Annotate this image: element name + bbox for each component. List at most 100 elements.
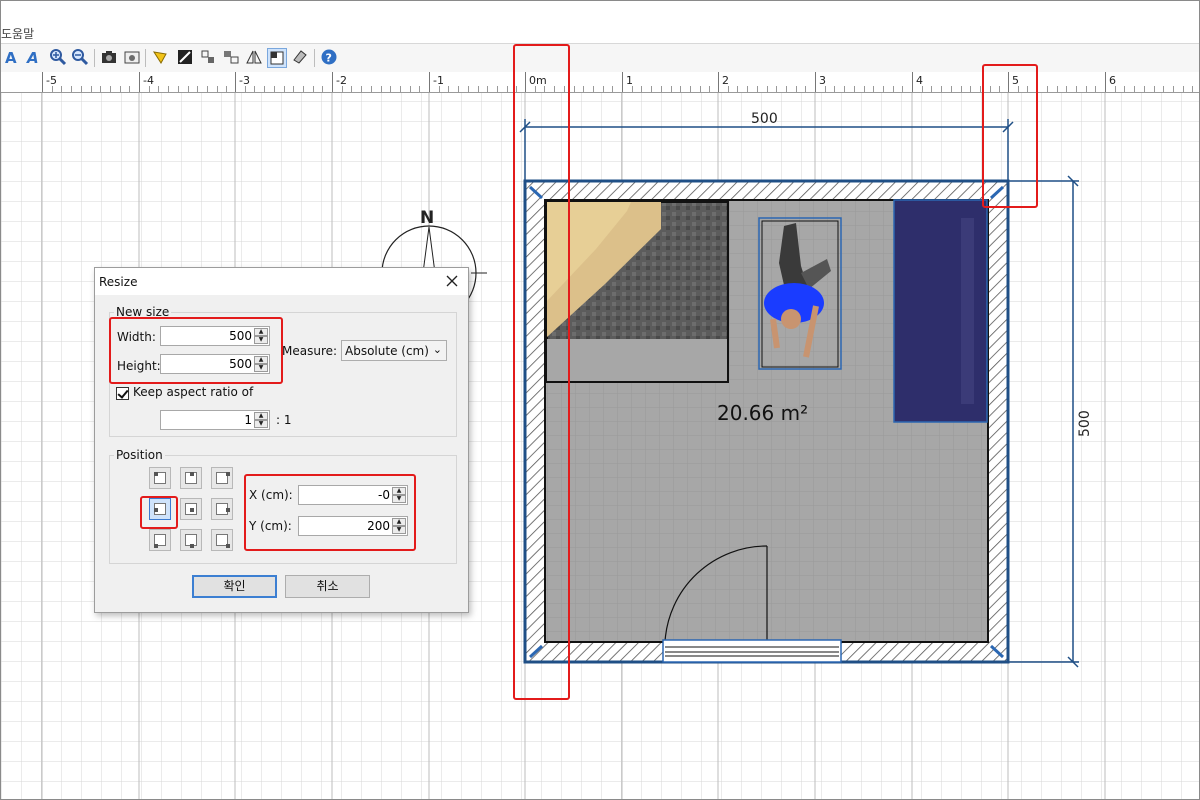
ruler-minor-tick <box>883 86 884 92</box>
pan-icon[interactable] <box>291 48 309 66</box>
ratio-suffix: : 1 <box>276 413 292 427</box>
ruler-minor-tick <box>120 86 121 92</box>
anchor-bottom-left[interactable] <box>149 529 171 551</box>
ruler-minor-tick <box>690 86 691 92</box>
ruler-minor-tick <box>864 86 865 92</box>
keep-aspect-checkbox[interactable] <box>116 387 129 400</box>
highlight-anchor <box>140 496 178 529</box>
ruler-tick <box>332 72 333 92</box>
anchor-top-left[interactable] <box>149 467 171 489</box>
ruler-minor-tick <box>371 86 372 92</box>
ruler-minor-tick <box>747 86 748 92</box>
ruler-minor-tick <box>303 86 304 92</box>
ruler-minor-tick <box>1095 86 1096 92</box>
ruler-minor-tick <box>641 86 642 92</box>
svg-text:?: ? <box>326 52 332 65</box>
menu-bar: 도움말 <box>1 23 1199 41</box>
ruler-minor-tick <box>390 86 391 92</box>
mirror-icon[interactable] <box>245 48 263 66</box>
ruler-minor-tick <box>922 86 923 92</box>
ruler-minor-tick <box>1047 86 1048 92</box>
highlight-position-fields <box>244 474 416 551</box>
help-icon[interactable]: ? <box>320 48 338 66</box>
ruler-minor-tick <box>574 86 575 92</box>
zoom-out-icon[interactable] <box>71 48 89 66</box>
ruler-minor-tick <box>1066 86 1067 92</box>
ruler-minor-tick <box>1086 86 1087 92</box>
ruler-minor-tick <box>487 86 488 92</box>
ruler-minor-tick <box>873 86 874 92</box>
ruler-minor-tick <box>52 86 53 92</box>
ruler-minor-tick <box>854 86 855 92</box>
app-window: 도움말 A A ? -5-4-3-2-10m123456 <box>0 0 1200 800</box>
ok-button[interactable]: 확인 <box>192 575 277 598</box>
ruler-minor-tick <box>1163 86 1164 92</box>
dialog-titlebar[interactable]: Resize <box>95 268 468 295</box>
ruler-minor-tick <box>737 86 738 92</box>
text-style-icon[interactable]: A <box>3 48 21 66</box>
ruler-minor-tick <box>844 86 845 92</box>
ruler-tick <box>139 72 140 92</box>
flip-icon[interactable] <box>199 48 217 66</box>
ruler-minor-tick <box>226 86 227 92</box>
ruler-minor-tick <box>661 86 662 92</box>
ruler-minor-tick <box>458 86 459 92</box>
ruler-tick <box>815 72 816 92</box>
anchor-top-center[interactable] <box>180 467 202 489</box>
ratio-spinner[interactable]: ▲▼ <box>160 410 270 430</box>
ruler-minor-tick <box>361 86 362 92</box>
ruler-minor-tick <box>1192 86 1193 92</box>
zoom-in-icon[interactable] <box>49 48 67 66</box>
ruler-minor-tick <box>1115 86 1116 92</box>
ruler-minor-tick <box>91 86 92 92</box>
ruler-minor-tick <box>178 86 179 92</box>
highlight-left-wall <box>513 44 570 700</box>
cancel-button[interactable]: 취소 <box>285 575 370 598</box>
keep-aspect-label[interactable]: Keep aspect ratio of <box>133 385 253 399</box>
anchor-bottom-right[interactable] <box>211 529 233 551</box>
ruler-minor-tick <box>439 86 440 92</box>
select-icon[interactable] <box>267 48 287 68</box>
ruler-minor-tick <box>709 86 710 92</box>
close-icon[interactable] <box>444 273 460 289</box>
anchor-center[interactable] <box>180 498 202 520</box>
ruler-minor-tick <box>931 86 932 92</box>
anchor-top-right[interactable] <box>211 467 233 489</box>
ruler-minor-tick <box>293 86 294 92</box>
chevron-down-icon: ⌄ <box>432 343 442 356</box>
right-dimension-label: 500 <box>1077 410 1093 437</box>
anchor-bottom-center[interactable] <box>180 529 202 551</box>
ruler-minor-tick <box>834 86 835 92</box>
bed[interactable] <box>893 199 988 423</box>
text-italic-icon[interactable]: A <box>25 48 43 66</box>
staircase[interactable] <box>546 201 729 383</box>
ruler-minor-tick <box>700 86 701 92</box>
ruler-minor-tick <box>410 86 411 92</box>
ruler-minor-tick <box>612 86 613 92</box>
ruler-minor-tick <box>805 86 806 92</box>
compass-icon[interactable] <box>222 48 240 66</box>
ruler-minor-tick <box>129 86 130 92</box>
anchor-middle-right[interactable] <box>211 498 233 520</box>
ratio-down-icon[interactable]: ▼ <box>254 420 268 428</box>
ruler-minor-tick <box>671 86 672 92</box>
ruler-minor-tick <box>400 86 401 92</box>
ruler-minor-tick <box>632 86 633 92</box>
ruler-minor-tick <box>507 86 508 92</box>
ruler-minor-tick <box>941 86 942 92</box>
svg-text:A: A <box>26 49 39 66</box>
ruler-minor-tick <box>970 86 971 92</box>
ruler-tick <box>235 72 236 92</box>
light-icon[interactable] <box>151 48 169 66</box>
ratio-up-icon[interactable]: ▲ <box>254 412 268 420</box>
ruler-minor-tick <box>497 86 498 92</box>
ruler-minor-tick <box>757 86 758 92</box>
measure-select[interactable]: Absolute (cm) ⌄ <box>341 340 447 361</box>
camera-icon[interactable] <box>100 48 118 66</box>
modify-icon[interactable] <box>176 48 194 66</box>
photo-icon[interactable] <box>123 48 141 66</box>
ratio-input[interactable] <box>161 411 255 429</box>
menu-help[interactable]: 도움말 <box>1 25 34 42</box>
ruler-minor-tick <box>1183 86 1184 92</box>
top-dimension-label: 500 <box>751 111 778 127</box>
